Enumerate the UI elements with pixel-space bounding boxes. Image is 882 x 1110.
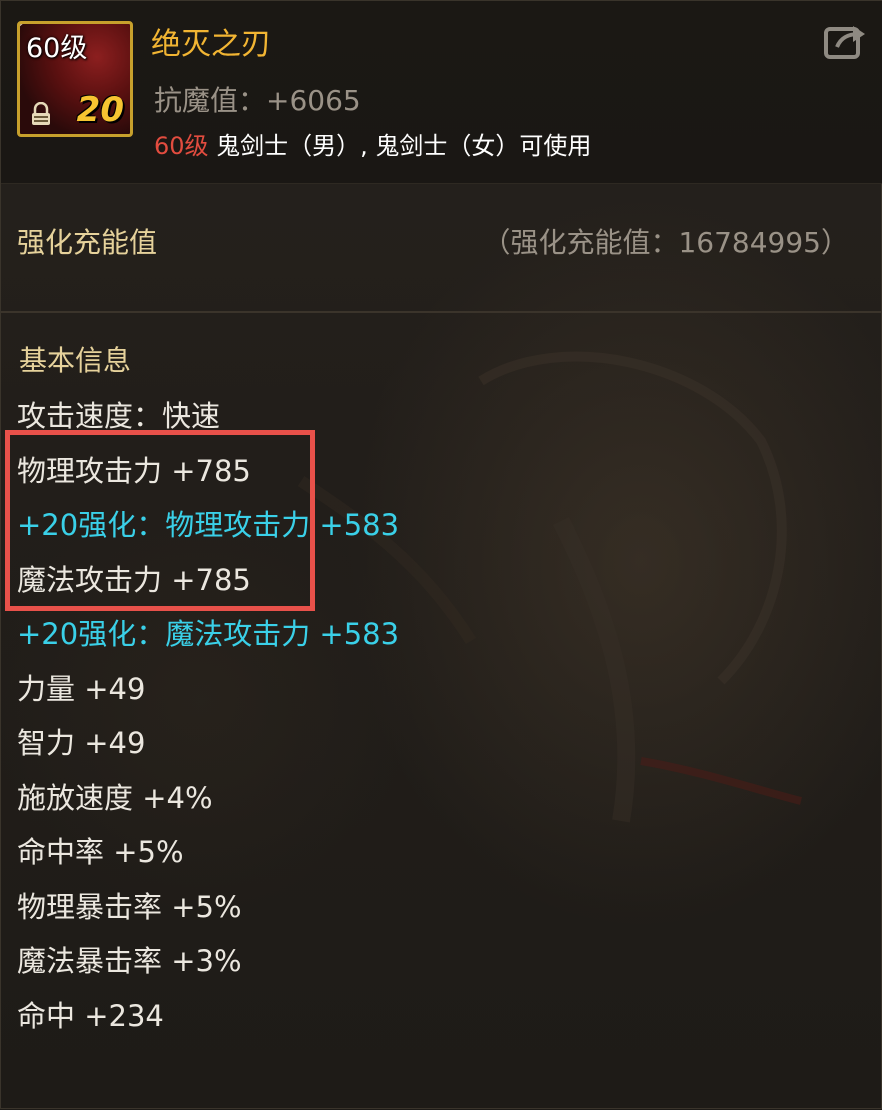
enhance-charge-value: （强化充能值：16784995） — [482, 226, 849, 259]
stat-intelligence: 智力 +49 — [17, 726, 146, 760]
item-requirement: 60级 鬼剑士（男）, 鬼剑士（女）可使用 — [154, 126, 591, 161]
stat-cast-speed: 施放速度 +4% — [17, 780, 213, 815]
basic-info-title: 基本信息 — [19, 344, 132, 377]
item-magic-resist: 抗魔值：+6065 — [154, 84, 361, 117]
item-name: 绝灭之刃 — [151, 27, 271, 62]
share-icon[interactable] — [823, 23, 869, 61]
enhance-charge-row: 强化充能值 （强化充能值：16784995） — [1, 191, 882, 313]
sword-blade-icon[interactable]: 60级 20 — [17, 21, 133, 137]
stat-hit: 命中 +234 — [17, 998, 164, 1033]
stat-hit-rate: 命中率 +5% — [17, 835, 184, 869]
enhance-level-badge: 20 — [76, 90, 124, 130]
enhance-charge-label: 强化充能值 — [17, 226, 158, 259]
requirement-classes: 鬼剑士（男）, 鬼剑士（女）可使用 — [208, 132, 592, 160]
requirement-level: 60级 — [154, 132, 209, 160]
highlight-box — [5, 430, 315, 611]
item-tooltip-panel: 60级 20 绝灭之刃 抗魔值：+6065 60级 鬼剑士（男）, 鬼剑士（女）… — [0, 0, 882, 1109]
stat-strength: 力量 +49 — [17, 671, 146, 706]
stat-physical-crit: 物理暴击率 +5% — [17, 889, 242, 924]
lock-icon — [32, 102, 50, 125]
item-header: 60级 20 绝灭之刃 抗魔值：+6065 60级 鬼剑士（男）, 鬼剑士（女）… — [1, 1, 882, 184]
stat-enhance-magic-attack: +20强化：魔法攻击力 +583 — [17, 617, 400, 651]
stat-magic-crit: 魔法暴击率 +3% — [17, 944, 242, 978]
item-level-badge: 60级 — [26, 33, 88, 64]
